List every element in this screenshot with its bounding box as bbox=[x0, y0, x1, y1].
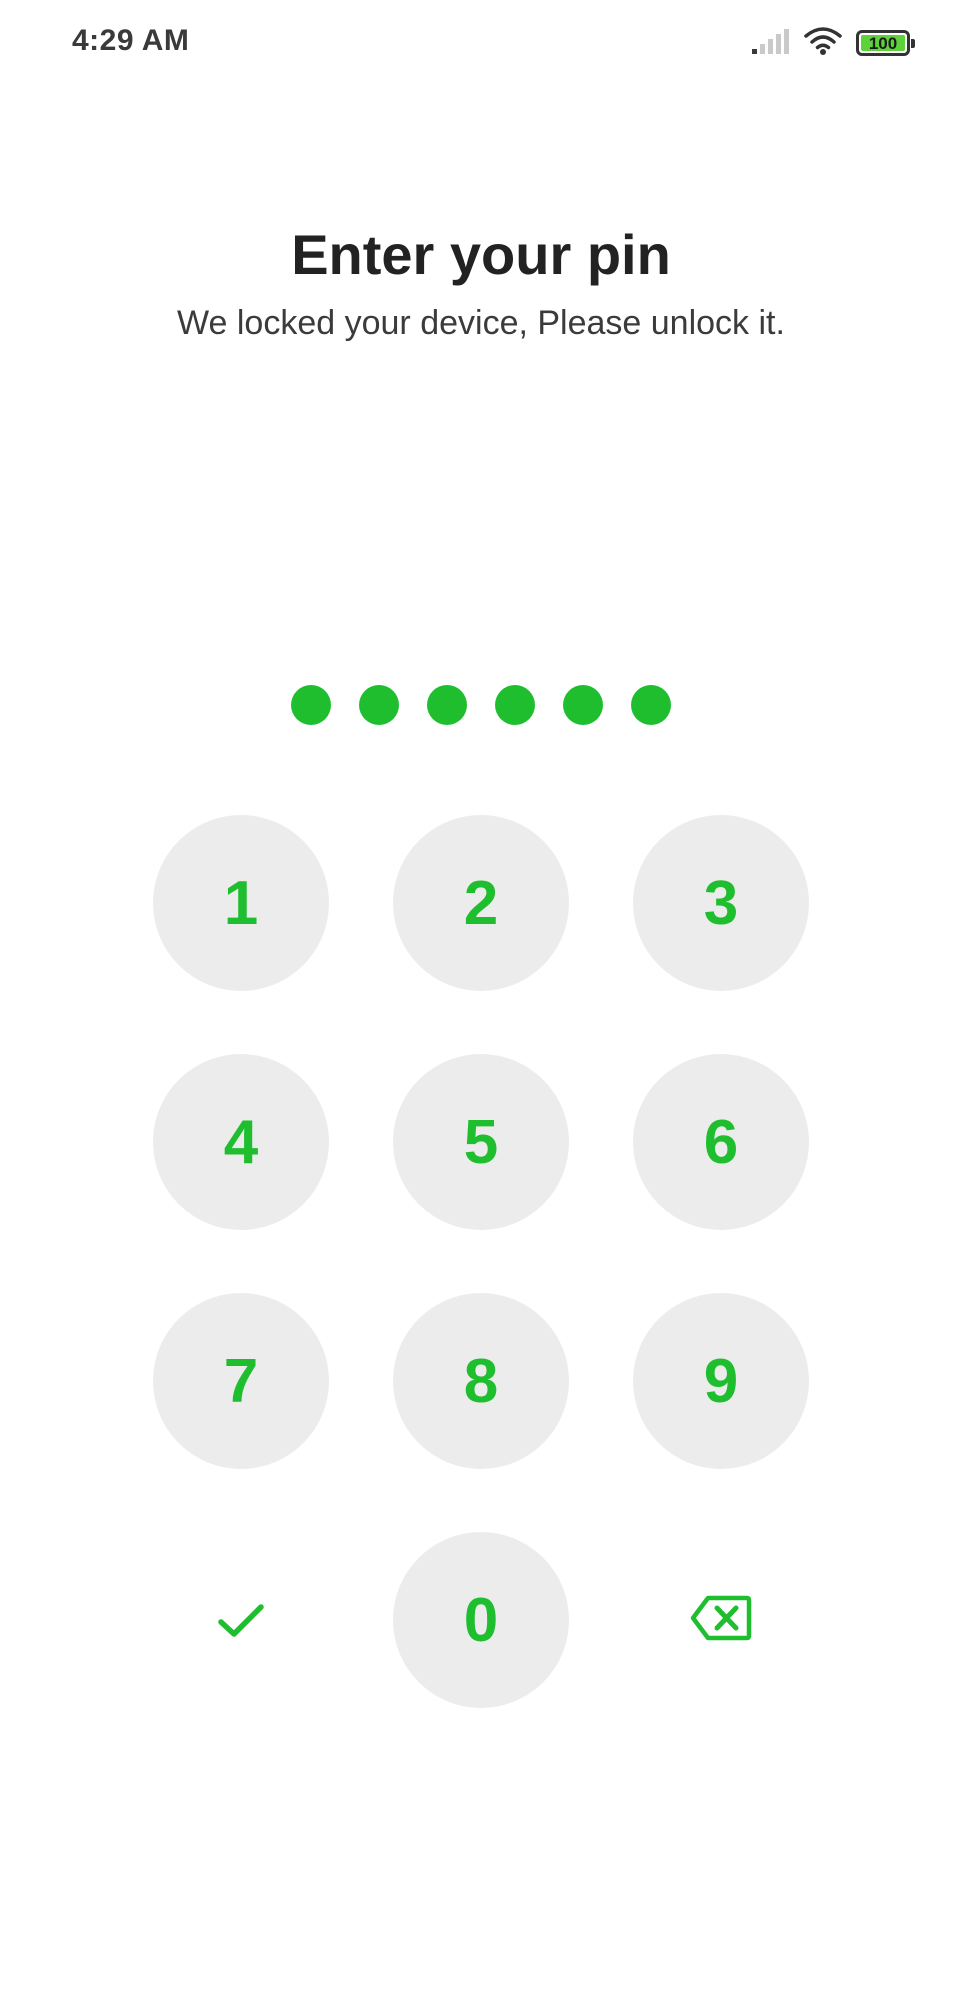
battery-icon: 100 bbox=[856, 30, 915, 56]
pin-dot bbox=[563, 685, 603, 725]
pin-dot bbox=[631, 685, 671, 725]
pin-dot bbox=[427, 685, 467, 725]
confirm-button[interactable] bbox=[153, 1532, 329, 1708]
key-7[interactable]: 7 bbox=[153, 1293, 329, 1469]
backspace-icon bbox=[690, 1585, 752, 1656]
status-time: 4:29 AM bbox=[72, 24, 190, 57]
key-2[interactable]: 2 bbox=[393, 815, 569, 991]
key-8[interactable]: 8 bbox=[393, 1293, 569, 1469]
page-title: Enter your pin bbox=[291, 223, 671, 286]
key-5[interactable]: 5 bbox=[393, 1054, 569, 1230]
key-6[interactable]: 6 bbox=[633, 1054, 809, 1230]
lock-screen: 4:29 AM 100 Enter your pin We locked you… bbox=[0, 0, 962, 1999]
checkmark-icon bbox=[217, 1585, 265, 1656]
wifi-icon bbox=[804, 26, 842, 61]
key-9[interactable]: 9 bbox=[633, 1293, 809, 1469]
battery-level: 100 bbox=[868, 33, 898, 53]
status-bar: 4:29 AM 100 bbox=[0, 0, 962, 86]
keypad: 1 2 3 4 5 6 7 8 9 0 bbox=[153, 815, 809, 1708]
pin-dot bbox=[495, 685, 535, 725]
key-4[interactable]: 4 bbox=[153, 1054, 329, 1230]
backspace-button[interactable] bbox=[633, 1532, 809, 1708]
signal-icon bbox=[752, 28, 790, 59]
page-subtitle: We locked your device, Please unlock it. bbox=[177, 304, 785, 342]
pin-dot bbox=[291, 685, 331, 725]
pin-dot bbox=[359, 685, 399, 725]
key-1[interactable]: 1 bbox=[153, 815, 329, 991]
key-3[interactable]: 3 bbox=[633, 815, 809, 991]
key-0[interactable]: 0 bbox=[393, 1532, 569, 1708]
pin-indicator bbox=[0, 685, 962, 725]
status-icons: 100 bbox=[752, 26, 915, 61]
